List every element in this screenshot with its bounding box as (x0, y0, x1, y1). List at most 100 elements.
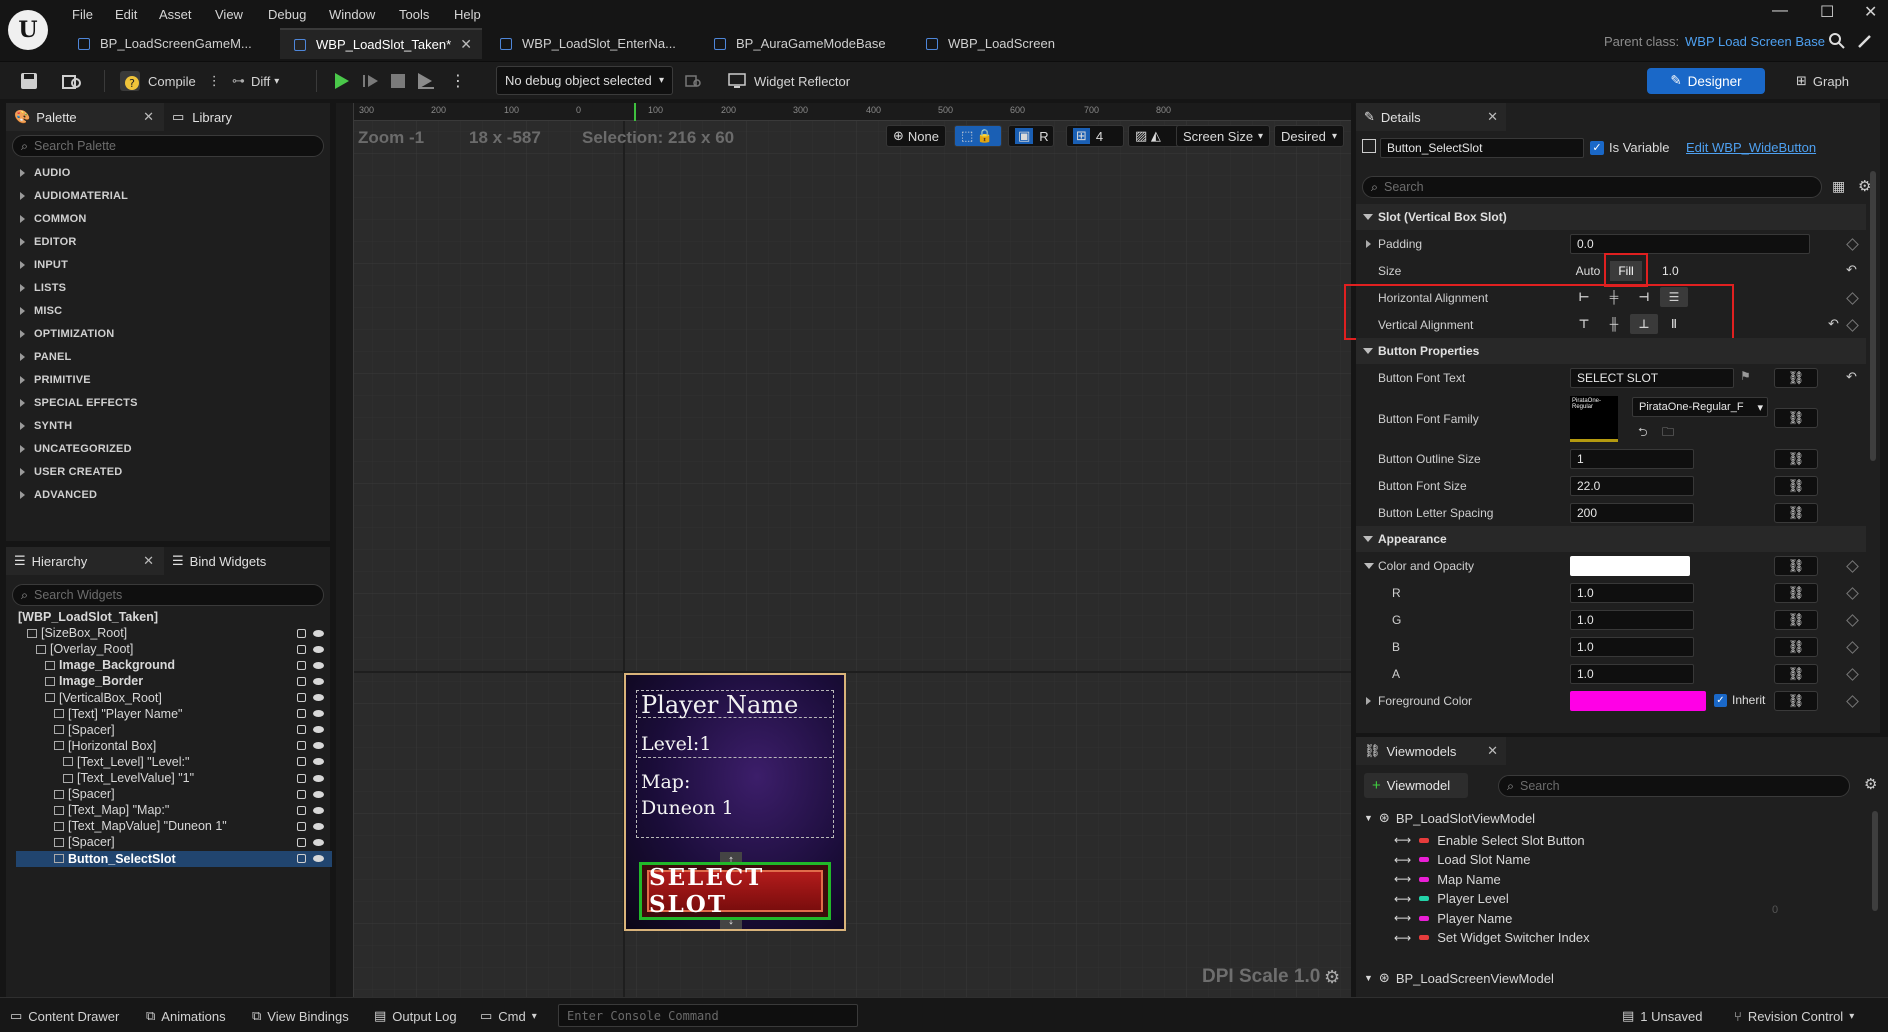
collapse-arrow-icon[interactable] (1364, 563, 1374, 569)
binding-icon[interactable]: ⛓ (1774, 583, 1818, 603)
visibility-eye-icon[interactable] (313, 806, 324, 814)
color-opacity-swatch[interactable] (1570, 556, 1690, 576)
tab-library[interactable]: ▭ Library (172, 103, 322, 131)
lock-icon[interactable] (297, 789, 306, 799)
size-auto-button[interactable]: Auto (1570, 261, 1606, 281)
binding-icon[interactable]: ⛓ (1774, 691, 1818, 711)
inherit-checkbox[interactable]: ✓ (1714, 694, 1727, 707)
hierarchy-item[interactable]: [Spacer] (16, 786, 332, 802)
palette-category[interactable]: LISTS (6, 276, 330, 299)
debug-object-select[interactable]: No debug object selected ▾ (496, 66, 673, 95)
viewmodel-bp-loadscreen[interactable]: ▼ ⊛ BP_LoadScreenViewModel (1364, 967, 1554, 989)
binding-icon[interactable]: ⛓ (1774, 408, 1818, 428)
screen-size-select[interactable]: Screen Size ▾ (1176, 125, 1270, 147)
font-thumbnail[interactable]: PirataOne-Regular (1570, 396, 1618, 442)
hierarchy-item[interactable]: [VerticalBox_Root] (16, 690, 332, 706)
font-family-select[interactable]: PirataOne-Regular_F ▾ (1632, 397, 1768, 417)
menu-view[interactable]: View (213, 5, 245, 25)
details-scrollbar[interactable] (1870, 171, 1876, 461)
hierarchy-item[interactable]: [Text_LevelValue] "1" (16, 770, 332, 786)
palette-category[interactable]: EDITOR (6, 230, 330, 253)
tab-bp-auragamemodebase[interactable]: BP_AuraGameModeBase (700, 28, 900, 59)
diff-button[interactable]: ⊶ Diff ▾ (232, 62, 279, 100)
menu-help[interactable]: Help (452, 5, 483, 25)
keyframe-icon[interactable] (1846, 668, 1859, 681)
stop-icon[interactable] (390, 62, 406, 100)
maximize-icon[interactable]: ☐ (1820, 2, 1834, 22)
menu-edit[interactable]: Edit (113, 5, 139, 25)
lock-icon[interactable] (297, 644, 306, 654)
output-log-button[interactable]: ▤ Output Log (374, 1004, 457, 1028)
size-fill-value[interactable]: 1.0 (1656, 261, 1690, 281)
viewmodel-bp-loadslot[interactable]: ▼ ⊛ BP_LoadSlotViewModel (1364, 807, 1535, 829)
search-icon[interactable] (1828, 32, 1846, 50)
palette-category[interactable]: PANEL (6, 345, 330, 368)
tab-bind-widgets[interactable]: ☰ Bind Widgets (172, 547, 322, 575)
color-r-field[interactable]: 1.0 (1570, 583, 1694, 603)
lock-icon[interactable] (297, 725, 306, 735)
lock-icon[interactable] (297, 837, 306, 847)
close-icon[interactable]: ✕ (460, 36, 472, 53)
hierarchy-item[interactable]: [SizeBox_Root] (16, 625, 332, 641)
close-icon[interactable]: ✕ (1487, 109, 1498, 125)
graph-mode-button[interactable]: ⊞ Graph (1796, 62, 1849, 100)
palette-category[interactable]: ADVANCED (6, 483, 330, 506)
palette-category[interactable]: INPUT (6, 253, 330, 276)
palette-category[interactable]: AUDIO (6, 161, 330, 184)
expand-arrow-icon[interactable] (1366, 697, 1371, 705)
collapse-arrow-icon[interactable]: ▼ (1364, 813, 1373, 823)
visibility-eye-icon[interactable] (313, 661, 324, 669)
tab-bp-loadscreengamemode[interactable]: BP_LoadScreenGameM... (64, 28, 276, 59)
compile-options-icon[interactable]: ⋮ (208, 73, 221, 89)
hierarchy-item[interactable]: Button_SelectSlot (16, 850, 332, 867)
keyframe-icon[interactable] (1846, 587, 1859, 600)
hierarchy-item[interactable]: Image_Background (16, 657, 332, 673)
table-view-icon[interactable]: ▦ (1832, 178, 1845, 195)
use-selected-asset-icon[interactable]: ⮌ (1638, 423, 1648, 444)
palette-category[interactable]: PRIMITIVE (6, 368, 330, 391)
section-appearance[interactable]: Appearance (1356, 526, 1866, 552)
keyframe-icon[interactable] (1846, 614, 1859, 627)
minimize-icon[interactable]: — (1772, 2, 1788, 20)
lock-icon[interactable] (297, 709, 306, 719)
gear-icon[interactable]: ⚙ (1324, 967, 1340, 988)
parent-class-link[interactable]: WBP Load Screen Base (1685, 34, 1825, 49)
section-slot[interactable]: Slot (Vertical Box Slot) (1356, 204, 1866, 230)
palette-search-input[interactable]: ⌕ Search Palette (12, 135, 324, 157)
revision-control-button[interactable]: ⑂ Revision Control ▾ (1734, 1004, 1854, 1028)
color-b-field[interactable]: 1.0 (1570, 637, 1694, 657)
viewmodels-search-input[interactable]: ⌕ Search (1498, 775, 1850, 797)
visibility-eye-icon[interactable] (313, 629, 324, 637)
visibility-eye-icon[interactable] (313, 855, 324, 862)
hierarchy-item[interactable]: [WBP_LoadSlot_Taken] (16, 609, 332, 625)
visibility-eye-icon[interactable] (313, 710, 324, 718)
binding-icon[interactable]: ⛓ (1774, 556, 1818, 576)
hierarchy-item[interactable]: [Overlay_Root] (16, 641, 332, 657)
binding-icon[interactable]: ⛓ (1774, 610, 1818, 630)
play-options-icon[interactable]: ⋮ (450, 62, 466, 100)
visibility-eye-icon[interactable] (313, 774, 324, 782)
keyframe-icon[interactable] (1846, 560, 1859, 573)
keyframe-icon[interactable] (1846, 641, 1859, 654)
lock-icon[interactable] (297, 628, 306, 638)
console-command-input[interactable]: Enter Console Command (558, 1004, 858, 1027)
hierarchy-item[interactable]: [Spacer] (16, 722, 332, 738)
unreal-logo-icon[interactable]: U (8, 10, 48, 50)
binding-icon[interactable]: ⛓ (1774, 449, 1818, 469)
settings-gear-icon[interactable]: ⚙ (1864, 775, 1877, 793)
button-font-text-field[interactable]: SELECT SLOT (1570, 368, 1734, 388)
lock-icon[interactable] (297, 773, 306, 783)
hierarchy-item[interactable]: [Text_MapValue] "Duneon 1" (16, 818, 332, 834)
palette-category[interactable]: SYNTH (6, 414, 330, 437)
widget-name-field[interactable]: Button_SelectSlot (1380, 138, 1584, 158)
menu-tools[interactable]: Tools (397, 5, 431, 25)
visibility-eye-icon[interactable] (313, 645, 324, 653)
lock-icon[interactable] (297, 805, 306, 815)
letter-spacing-field[interactable]: 200 (1570, 503, 1694, 523)
tab-viewmodels[interactable]: ⛓ Viewmodels ✕ (1356, 737, 1506, 765)
menu-file[interactable]: File (70, 5, 95, 25)
binding-icon[interactable]: ⛓ (1774, 476, 1818, 496)
visibility-eye-icon[interactable] (313, 790, 324, 798)
binding-icon[interactable]: ⛓ (1774, 503, 1818, 523)
reset-arrow-icon[interactable]: ↶ (1828, 316, 1839, 332)
